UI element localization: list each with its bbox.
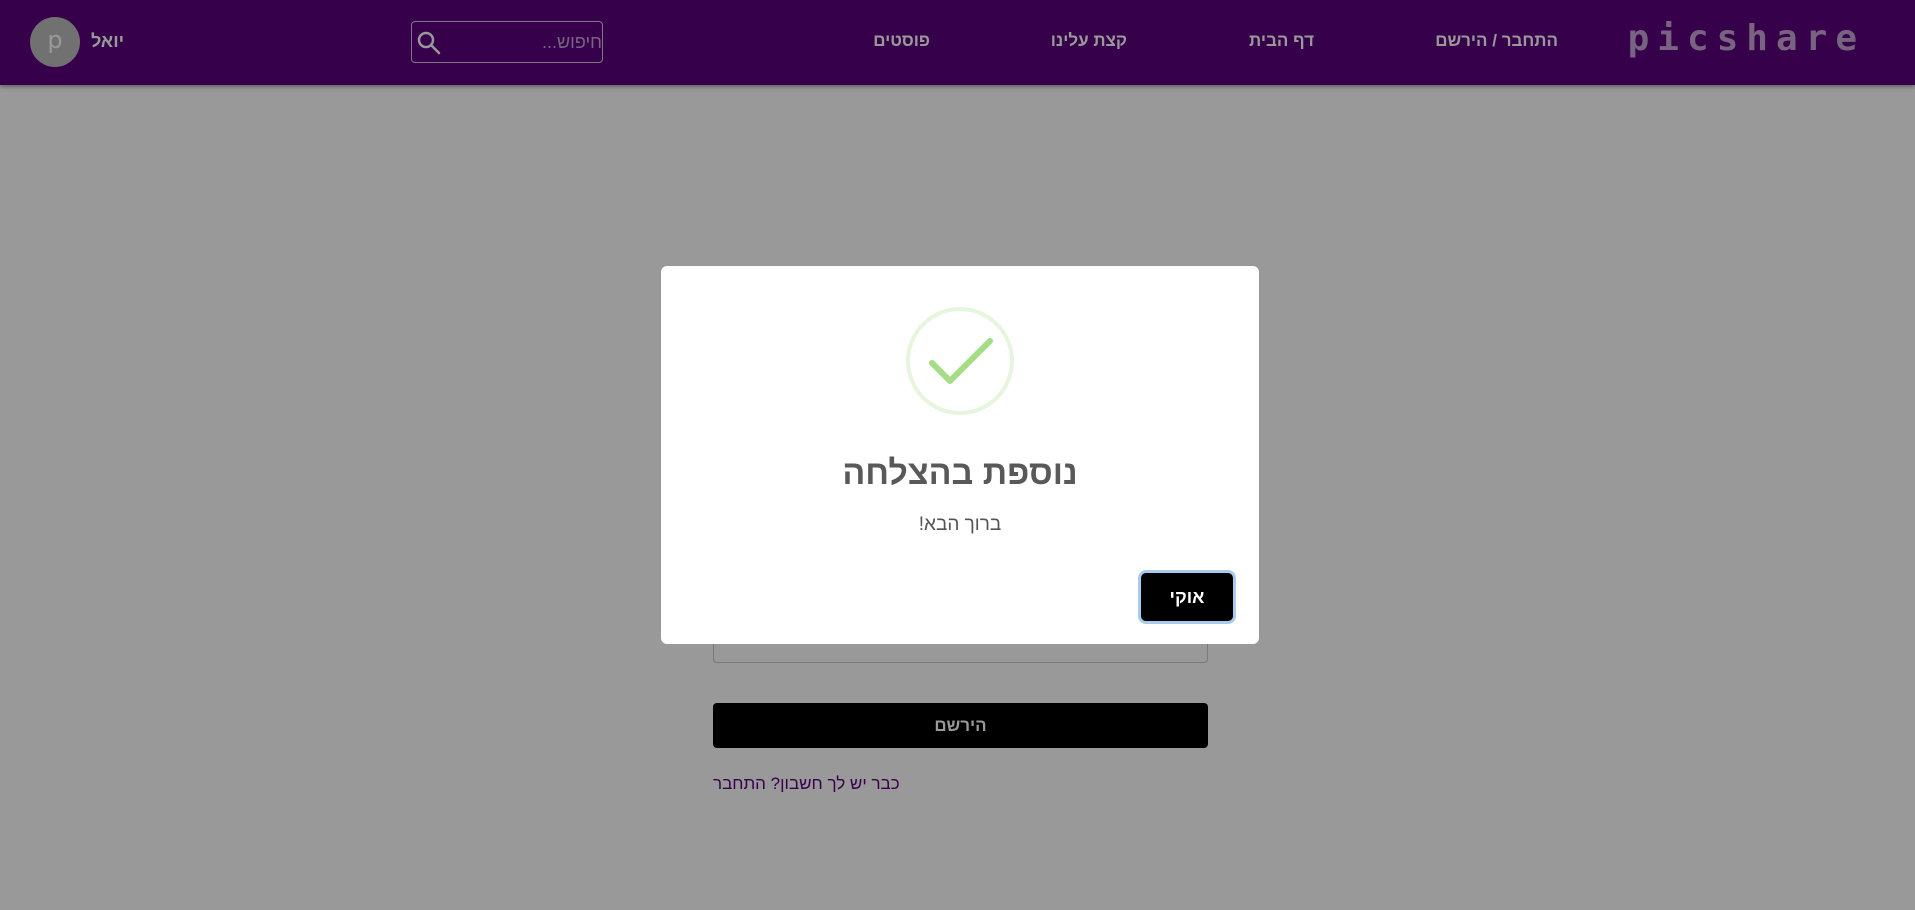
modal-title: נוספת בהצלחה xyxy=(842,454,1078,492)
success-modal: נוספת בהצלחה ברוך הבא! אוקי xyxy=(661,266,1259,644)
ok-button[interactable]: אוקי xyxy=(1141,573,1233,621)
modal-text: ברוך הבא! xyxy=(918,514,1002,535)
page: picshare התחבר / הירשם דף הבית קצת עלינו… xyxy=(0,0,1915,910)
check-icon xyxy=(906,307,1014,415)
